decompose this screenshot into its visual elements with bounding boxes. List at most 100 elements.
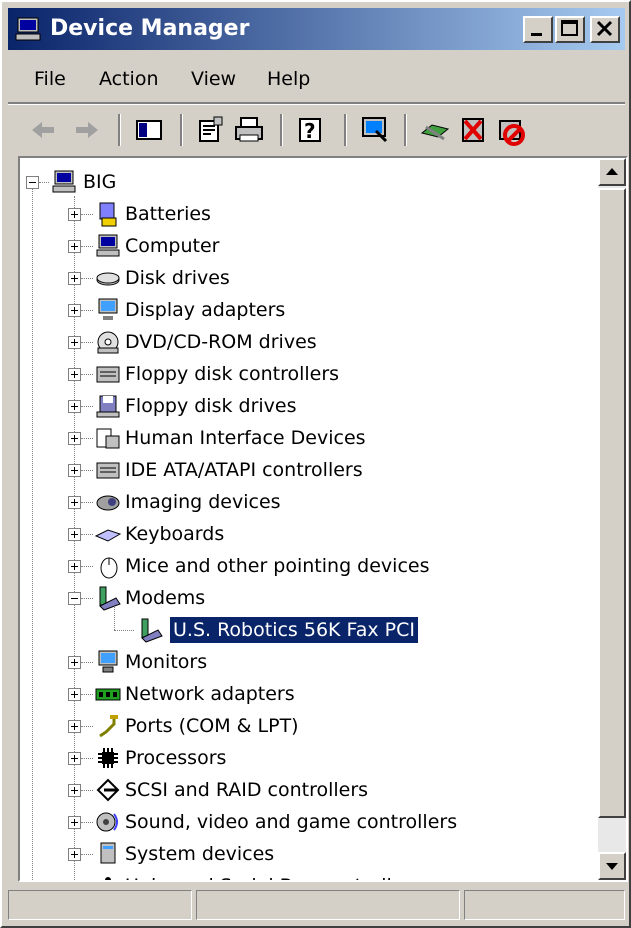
expand-toggle[interactable] [68, 688, 81, 701]
tree-item[interactable]: Mice and other pointing devices [20, 552, 598, 584]
hid-icon [96, 428, 120, 449]
back-arrow-icon[interactable] [26, 113, 60, 147]
tree-item[interactable]: Sound, video and game controllers [20, 808, 598, 840]
menu-view[interactable]: View [191, 66, 236, 92]
tree-item[interactable]: Batteries [20, 200, 598, 232]
tree-item[interactable]: Computer [20, 232, 598, 264]
expand-toggle[interactable] [68, 304, 81, 317]
uninstall-icon[interactable] [456, 113, 490, 147]
title-bar[interactable]: Device Manager [8, 8, 625, 50]
monitor-icon [98, 650, 118, 673]
show-hide-console-tree-icon[interactable] [132, 113, 166, 147]
tree-item[interactable]: Keyboards [20, 520, 598, 552]
tree-item[interactable]: Universal Serial Bus controllers [20, 872, 598, 880]
tree-item[interactable]: Human Interface Devices [20, 424, 598, 456]
expand-toggle[interactable] [68, 368, 81, 381]
tree-item[interactable]: Ports (COM & LPT) [20, 712, 598, 744]
tree-item-label: Floppy disk controllers [125, 363, 340, 385]
forward-arrow-icon[interactable] [70, 113, 104, 147]
menu-action[interactable]: Action [99, 66, 159, 92]
scsi-icon [96, 778, 120, 802]
expand-toggle[interactable] [68, 208, 81, 221]
expand-toggle[interactable] [68, 496, 81, 509]
vertical-scrollbar[interactable] [598, 158, 626, 880]
tree-item-label: Human Interface Devices [125, 427, 366, 449]
expand-toggle[interactable] [68, 784, 81, 797]
arrow-up-icon [606, 168, 618, 175]
close-icon [596, 20, 613, 37]
tree-connector [81, 374, 93, 376]
tree-connector [81, 694, 93, 696]
tree-connector [81, 854, 93, 856]
tree-item[interactable]: Floppy disk drives [20, 392, 598, 424]
scroll-thumb[interactable] [598, 188, 626, 818]
expand-toggle[interactable] [68, 848, 81, 861]
expand-toggle[interactable] [68, 464, 81, 477]
menu-help[interactable]: Help [267, 66, 310, 92]
tree-item-label: Floppy disk drives [125, 395, 297, 417]
expand-toggle[interactable] [68, 560, 81, 573]
keyboard-icon [94, 529, 122, 542]
status-pane-2 [196, 890, 460, 920]
tree-item-label: Network adapters [125, 683, 295, 705]
tree-item[interactable]: DVD/CD-ROM drives [20, 328, 598, 360]
expand-toggle[interactable] [68, 656, 81, 669]
disable-device-icon[interactable] [494, 113, 528, 147]
scroll-down-button[interactable] [598, 852, 626, 880]
expand-toggle[interactable] [68, 528, 81, 541]
status-bar [8, 888, 625, 924]
tree-item-label: Processors [125, 747, 227, 769]
expand-toggle[interactable] [68, 272, 81, 285]
tree-item[interactable]: Floppy disk controllers [20, 360, 598, 392]
expand-toggle[interactable] [68, 720, 81, 733]
expand-toggle[interactable] [68, 432, 81, 445]
scan-hardware-changes-icon[interactable] [358, 113, 392, 147]
expand-toggle[interactable] [68, 752, 81, 765]
print-icon[interactable] [232, 113, 266, 147]
expand-toggle[interactable] [68, 400, 81, 413]
device-tree[interactable]: BIG Batteries Computer Disk drives Display a… [20, 158, 598, 880]
modem-icon [141, 618, 163, 643]
tree-item[interactable]: Network adapters [20, 680, 598, 712]
tree-root[interactable]: BIG [20, 168, 598, 200]
tree-item[interactable]: SCSI and RAID controllers [20, 776, 598, 808]
expand-toggle[interactable] [68, 816, 81, 829]
tree-item[interactable]: Modems [20, 584, 598, 616]
system-icon [100, 842, 116, 864]
toolbar: ? [8, 106, 625, 152]
scroll-up-button[interactable] [598, 158, 626, 186]
expand-toggle[interactable] [68, 336, 81, 349]
tree-item[interactable]: System devices [20, 840, 598, 872]
tree-item[interactable]: Processors [20, 744, 598, 776]
help-icon[interactable]: ? [294, 113, 328, 147]
tree-connector [114, 606, 116, 630]
tree-item-label: IDE ATA/ATAPI controllers [125, 459, 363, 481]
minimize-button[interactable] [523, 16, 553, 43]
collapse-toggle[interactable] [68, 592, 81, 605]
tree-connector [114, 630, 134, 632]
toolbar-separator [118, 114, 121, 146]
update-driver-icon[interactable] [418, 113, 452, 147]
tree-connector [81, 534, 93, 536]
tree-item[interactable]: Display adapters [20, 296, 598, 328]
mouse-icon [100, 557, 118, 579]
tree-child-item[interactable]: U.S. Robotics 56K Fax PCI [20, 606, 598, 648]
tree-item[interactable]: IDE ATA/ATAPI controllers [20, 456, 598, 488]
maximize-button[interactable] [555, 16, 585, 43]
expand-toggle[interactable] [68, 240, 81, 253]
tree-item[interactable]: Imaging devices [20, 488, 598, 520]
tree-item[interactable]: Monitors [20, 648, 598, 680]
close-button[interactable] [590, 16, 620, 43]
tree-connector [81, 822, 93, 824]
tree-item-label: Computer [125, 235, 220, 257]
status-pane-3 [464, 890, 625, 920]
menu-bar: File Action View Help [8, 58, 625, 100]
cdrom-icon [97, 331, 119, 354]
menu-file[interactable]: File [34, 66, 66, 92]
tree-item[interactable]: Disk drives [20, 264, 598, 296]
collapse-toggle[interactable] [26, 176, 39, 189]
arrow-down-icon [606, 863, 618, 870]
processor-icon [98, 748, 118, 768]
properties-icon[interactable] [194, 113, 228, 147]
tree-item-label: DVD/CD-ROM drives [125, 331, 317, 353]
